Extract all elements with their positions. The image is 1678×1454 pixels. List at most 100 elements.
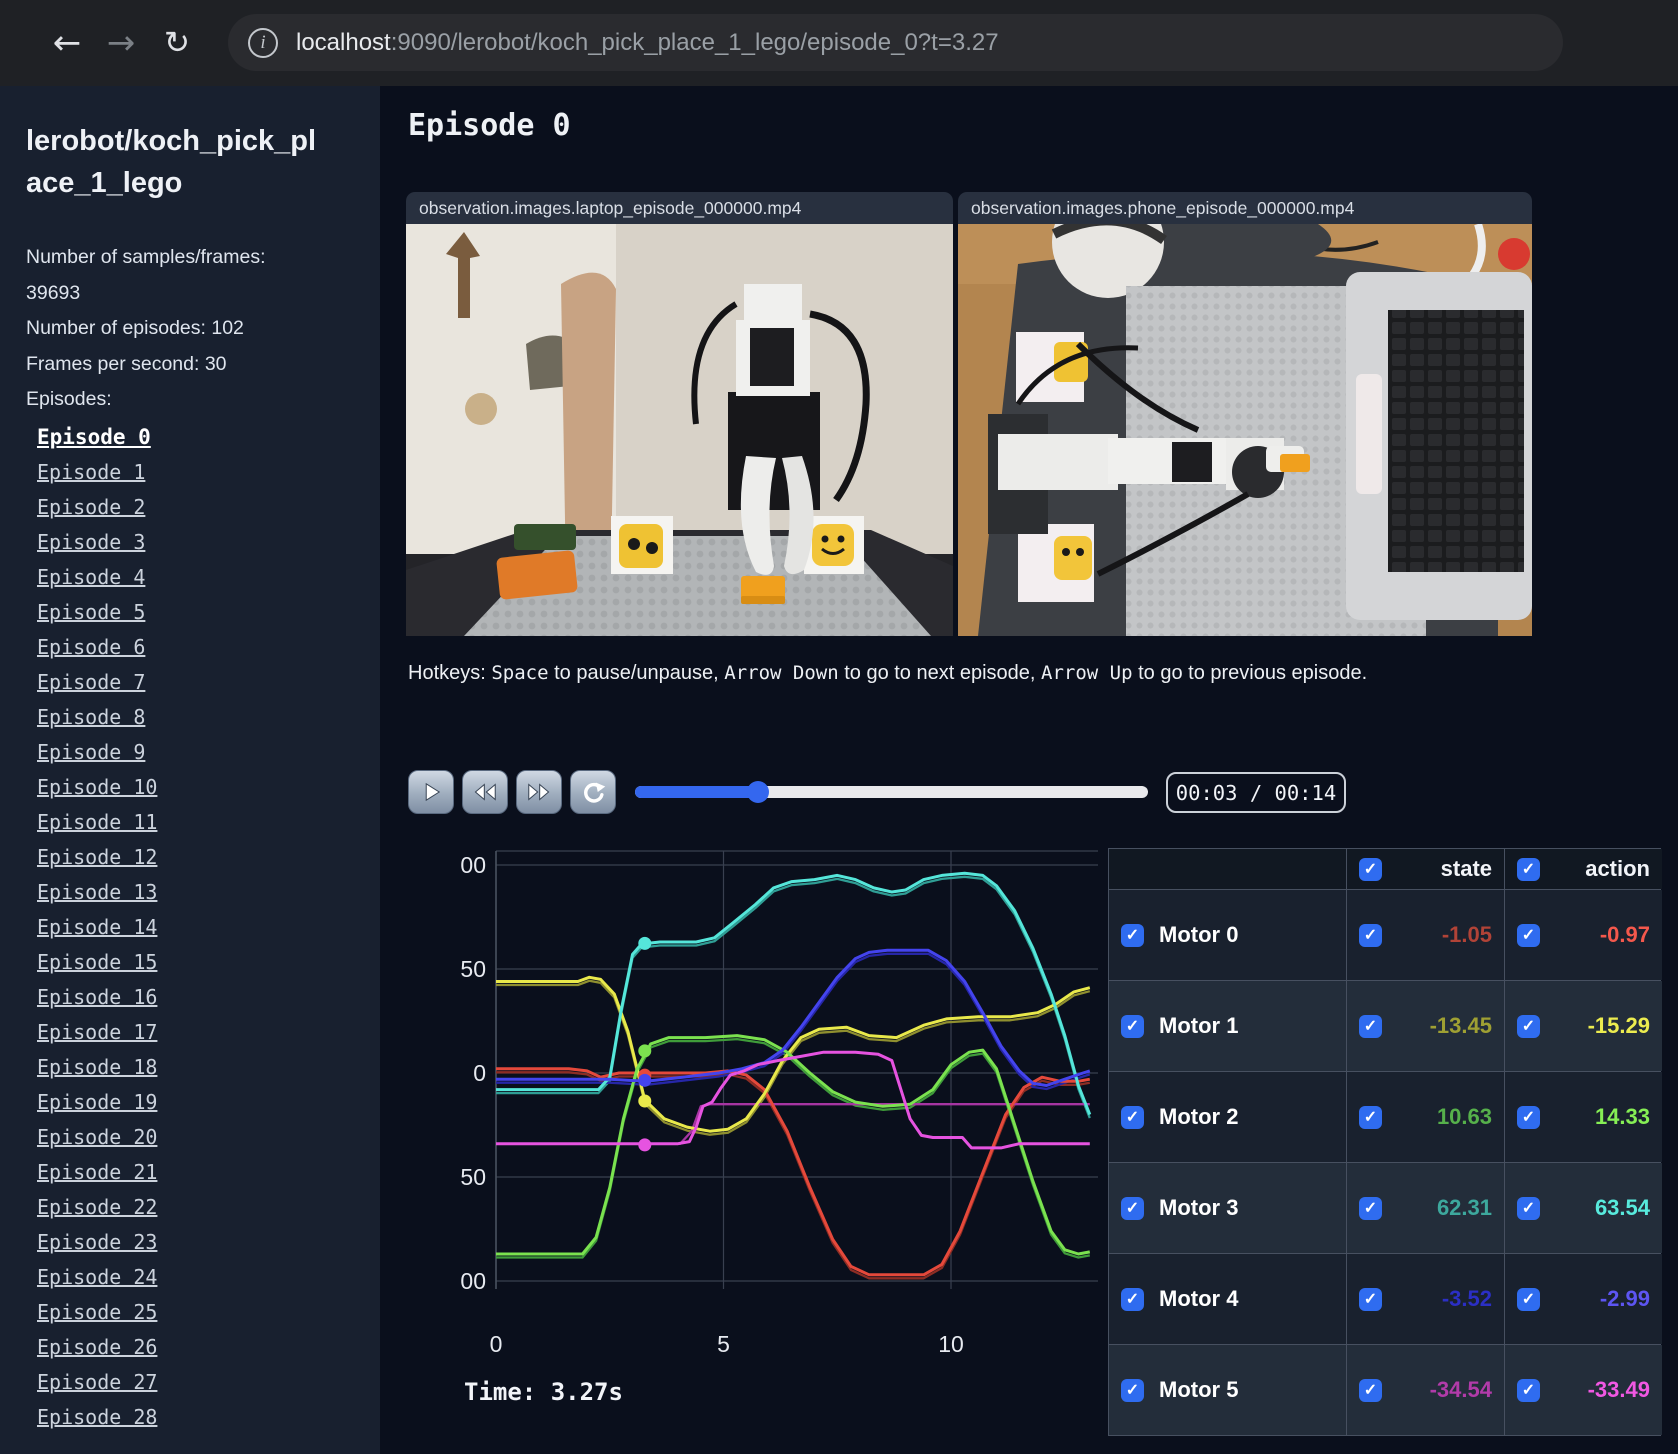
motor-table: ✓ state ✓ action ✓ Motor 0 ✓ -1.05 ✓ -0.97 ✓ Motor … xyxy=(1108,848,1662,1436)
motor-name-motor5: Motor 5 xyxy=(1159,1377,1239,1402)
episode-list-item: Episode 1 xyxy=(26,455,380,490)
action-column-checkbox[interactable]: ✓ xyxy=(1517,857,1540,881)
back-icon[interactable]: ← xyxy=(44,20,90,66)
loop-icon xyxy=(584,782,606,803)
episode-link-21[interactable]: Episode 21 xyxy=(37,1160,157,1184)
rewind-button[interactable] xyxy=(462,770,508,814)
motor2-state-checkbox[interactable]: ✓ xyxy=(1359,1105,1382,1129)
episode-link-7[interactable]: Episode 7 xyxy=(37,670,145,694)
episode-list-item: Episode 20 xyxy=(26,1120,380,1155)
episode-link-26[interactable]: Episode 26 xyxy=(37,1335,157,1359)
app-root: ← → ↻ i localhost:9090/lerobot/koch_pick… xyxy=(0,0,1678,1454)
episode-link-12[interactable]: Episode 12 xyxy=(37,845,157,869)
episode-link-13[interactable]: Episode 13 xyxy=(37,880,157,904)
forward-icon[interactable]: → xyxy=(98,20,144,66)
motor1-row-checkbox[interactable]: ✓ xyxy=(1121,1014,1144,1038)
play-button[interactable] xyxy=(408,770,454,814)
motor5-state-checkbox[interactable]: ✓ xyxy=(1359,1378,1382,1402)
motor2-action-value: 14.33 xyxy=(1594,1104,1650,1129)
motor0-action-value: -0.97 xyxy=(1599,922,1650,947)
episode-list-item: Episode 22 xyxy=(26,1190,380,1225)
episode-link-1[interactable]: Episode 1 xyxy=(37,460,145,484)
video-frame-phone[interactable] xyxy=(958,224,1532,636)
seek-slider-fill xyxy=(635,786,759,798)
episode-list-item: Episode 28 xyxy=(26,1400,380,1435)
episode-link-19[interactable]: Episode 19 xyxy=(37,1090,157,1114)
dataset-stats: Number of samples/frames: 39693 Number o… xyxy=(26,240,288,418)
seek-slider[interactable] xyxy=(635,781,1148,803)
motor-name-motor1: Motor 1 xyxy=(1159,1013,1239,1038)
seek-slider-thumb[interactable] xyxy=(747,781,770,803)
video-card-laptop: observation.images.laptop_episode_000000… xyxy=(406,192,953,636)
motor2-action-checkbox[interactable]: ✓ xyxy=(1517,1105,1540,1129)
episode-link-24[interactable]: Episode 24 xyxy=(37,1265,157,1289)
motor-name-motor2: Motor 2 xyxy=(1159,1104,1239,1129)
episode-link-0[interactable]: Episode 0 xyxy=(37,425,151,449)
svg-text:10: 10 xyxy=(938,1331,964,1357)
motor3-action-checkbox[interactable]: ✓ xyxy=(1517,1196,1540,1220)
player-controls: 00:03 / 00:14 xyxy=(380,770,1678,816)
fast-forward-button[interactable] xyxy=(516,770,562,814)
motor3-row-checkbox[interactable]: ✓ xyxy=(1121,1196,1144,1220)
episode-link-15[interactable]: Episode 15 xyxy=(37,950,157,974)
episode-list-item: Episode 3 xyxy=(26,525,380,560)
episode-link-6[interactable]: Episode 6 xyxy=(37,635,145,659)
episode-link-3[interactable]: Episode 3 xyxy=(37,530,145,554)
episode-list-item: Episode 21 xyxy=(26,1155,380,1190)
motor4-row-checkbox[interactable]: ✓ xyxy=(1121,1287,1144,1311)
motor3-state-cell: ✓ 62.31 xyxy=(1347,1163,1504,1253)
fast-forward-icon xyxy=(528,783,550,801)
episode-link-14[interactable]: Episode 14 xyxy=(37,915,157,939)
motor-row-motor5: ✓ Motor 5 xyxy=(1109,1345,1346,1435)
motor1-state-value: -13.45 xyxy=(1429,1013,1492,1038)
hotkeys-suffix: to go to previous episode. xyxy=(1132,662,1368,684)
episode-link-9[interactable]: Episode 9 xyxy=(37,740,145,764)
episode-list-item: Episode 19 xyxy=(26,1085,380,1120)
video-frame-laptop[interactable] xyxy=(406,224,953,636)
site-info-icon[interactable]: i xyxy=(248,27,278,58)
episode-link-11[interactable]: Episode 11 xyxy=(37,810,157,834)
motor4-action-value: -2.99 xyxy=(1599,1286,1650,1311)
episode-link-10[interactable]: Episode 10 xyxy=(37,775,157,799)
episode-link-18[interactable]: Episode 18 xyxy=(37,1055,157,1079)
episode-link-17[interactable]: Episode 17 xyxy=(37,1020,157,1044)
motor2-row-checkbox[interactable]: ✓ xyxy=(1121,1105,1144,1129)
episode-link-20[interactable]: Episode 20 xyxy=(37,1125,157,1149)
state-column-checkbox[interactable]: ✓ xyxy=(1359,857,1382,881)
motor5-state-value: -34.54 xyxy=(1429,1377,1492,1402)
motor4-action-checkbox[interactable]: ✓ xyxy=(1517,1287,1540,1311)
motor1-action-checkbox[interactable]: ✓ xyxy=(1517,1014,1540,1038)
motor1-action-cell: ✓ -15.29 xyxy=(1505,981,1662,1071)
motor1-state-checkbox[interactable]: ✓ xyxy=(1359,1014,1382,1038)
motor-chart-wrap: 100 50 0 -50 -100 0 5 10 xyxy=(440,846,1100,1376)
episode-link-2[interactable]: Episode 2 xyxy=(37,495,145,519)
hotkey-arrow-up: Arrow Up xyxy=(1041,662,1133,684)
loop-button[interactable] xyxy=(570,770,616,814)
episode-link-4[interactable]: Episode 4 xyxy=(37,565,145,589)
motor0-state-checkbox[interactable]: ✓ xyxy=(1359,923,1382,947)
motor4-state-checkbox[interactable]: ✓ xyxy=(1359,1287,1382,1311)
stat-episodes: Number of episodes: 102 xyxy=(26,317,244,339)
motor3-state-checkbox[interactable]: ✓ xyxy=(1359,1196,1382,1220)
url-bar[interactable]: i localhost:9090/lerobot/koch_pick_place… xyxy=(228,14,1563,71)
motor5-row-checkbox[interactable]: ✓ xyxy=(1121,1378,1144,1402)
motor-name-motor3: Motor 3 xyxy=(1159,1195,1239,1220)
episode-link-22[interactable]: Episode 22 xyxy=(37,1195,157,1219)
motor0-row-checkbox[interactable]: ✓ xyxy=(1121,923,1144,947)
motor0-action-checkbox[interactable]: ✓ xyxy=(1517,923,1540,947)
episode-link-25[interactable]: Episode 25 xyxy=(37,1300,157,1324)
episode-list-item: Episode 9 xyxy=(26,735,380,770)
column-title-action: action xyxy=(1585,856,1650,881)
reload-icon[interactable]: ↻ xyxy=(154,20,200,66)
episode-link-27[interactable]: Episode 27 xyxy=(37,1370,157,1394)
episode-link-5[interactable]: Episode 5 xyxy=(37,600,145,624)
episode-list: Episode 0 Episode 1 Episode 2 Episode 3 Epis… xyxy=(26,420,380,1435)
motor5-action-checkbox[interactable]: ✓ xyxy=(1517,1378,1540,1402)
episode-link-16[interactable]: Episode 16 xyxy=(37,985,157,1009)
motor-chart[interactable]: 100 50 0 -50 -100 0 5 10 xyxy=(440,846,1100,1376)
column-header-action: ✓ action xyxy=(1505,849,1662,889)
episode-link-8[interactable]: Episode 8 xyxy=(37,705,145,729)
episode-link-28[interactable]: Episode 28 xyxy=(37,1405,157,1429)
episode-link-23[interactable]: Episode 23 xyxy=(37,1230,157,1254)
motor5-state-cell: ✓ -34.54 xyxy=(1347,1345,1504,1435)
